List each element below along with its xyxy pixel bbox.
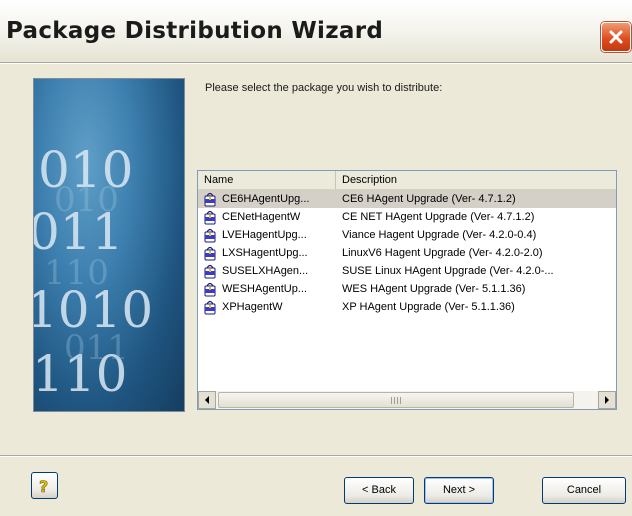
list-item-description-cell: CE6 HAgent Upgrade (Ver- 4.7.1.2) [336,190,616,208]
list-header: Name Description [198,171,616,190]
package-icon [204,210,216,225]
scrollbar-thumb[interactable] [218,392,574,408]
list-item-description-cell: SUSE Linux HAgent Upgrade (Ver- 4.2.0-..… [336,262,616,280]
chevron-left-icon [205,396,209,404]
title-bar[interactable]: Package Distribution Wizard [0,0,632,62]
close-icon [609,30,623,44]
list-item-name: WESHAgentUp... [222,283,307,295]
package-icon [204,282,216,297]
list-item-name: CE6HAgentUpg... [222,193,310,205]
list-item-description: Viance Hagent Upgrade (Ver- 4.2.0-0.4) [342,229,537,241]
wizard-banner-image: 010 011 1010 110 010 110 011 [33,78,185,412]
list-item[interactable]: CENetHagentW CE NET HAgent Upgrade (Ver- … [198,208,616,226]
chevron-right-icon [605,396,609,404]
list-item-name: LVEHagentUpg... [222,229,307,241]
list-item[interactable]: LXSHagentUpg... LinuxV6 Hagent Upgrade (V… [198,244,616,262]
list-item-description: LinuxV6 Hagent Upgrade (Ver- 4.2.0-2.0) [342,247,543,259]
list-item-description-cell: CE NET HAgent Upgrade (Ver- 4.7.1.2) [336,208,616,226]
list-item[interactable]: CE6HAgentUpg... CE6 HAgent Upgrade (Ver- … [198,190,616,208]
svg-text:010: 010 [54,180,119,220]
list-item-name: CENetHagentW [222,211,301,223]
list-item-description: WES HAgent Upgrade (Ver- 5.1.1.36) [342,283,526,295]
list-item-name-cell: XPHagentW [198,298,336,316]
list-item-name: LXSHagentUpg... [222,247,308,259]
list-item-name-cell: SUSELXHAgen... [198,262,336,280]
package-list[interactable]: Name Description CE6HAgentUpg... CE6 HAge… [197,170,617,410]
list-item-description: CE NET HAgent Upgrade (Ver- 4.7.1.2) [342,211,535,223]
list-item[interactable]: LVEHagentUpg... Viance Hagent Upgrade (Ve… [198,226,616,244]
window-title: Package Distribution Wizard [6,18,384,44]
list-item[interactable]: SUSELXHAgen... SUSE Linux HAgent Upgrade … [198,262,616,280]
bottom-divider [0,455,632,457]
column-header-description[interactable]: Description [336,171,616,189]
package-icon [204,264,216,279]
instruction-text: Please select the package you wish to di… [205,82,443,94]
svg-text:011: 011 [64,328,129,368]
list-item[interactable]: XPHagentW XP HAgent Upgrade (Ver- 5.1.1.3… [198,298,616,316]
scroll-left-button[interactable] [198,391,216,409]
help-button[interactable]: ? [31,472,58,499]
list-item-name-cell: LVEHagentUpg... [198,226,336,244]
list-item-description-cell: WES HAgent Upgrade (Ver- 5.1.1.36) [336,280,616,298]
cancel-button[interactable]: Cancel [542,477,626,504]
list-item-name-cell: LXSHagentUpg... [198,244,336,262]
close-button[interactable] [601,22,631,52]
list-item-description: SUSE Linux HAgent Upgrade (Ver- 4.2.0-..… [342,265,554,277]
wizard-window: Package Distribution Wizard 010 011 1010… [0,0,632,516]
list-item-description: XP HAgent Upgrade (Ver- 5.1.1.36) [342,301,515,313]
svg-text:?: ? [39,477,48,495]
package-icon [204,246,216,261]
list-item-description: CE6 HAgent Upgrade (Ver- 4.7.1.2) [342,193,516,205]
help-icon: ? [39,477,49,495]
list-item-description-cell: LinuxV6 Hagent Upgrade (Ver- 4.2.0-2.0) [336,244,616,262]
top-divider [0,62,632,64]
list-item-name-cell: CENetHagentW [198,208,336,226]
list-item-name-cell: WESHAgentUp... [198,280,336,298]
next-button[interactable]: Next > [424,477,494,504]
package-icon [204,300,216,315]
package-icon [204,228,216,243]
list-item[interactable]: WESHAgentUp... WES HAgent Upgrade (Ver- 5… [198,280,616,298]
horizontal-scrollbar[interactable] [198,391,616,409]
list-item-name-cell: CE6HAgentUpg... [198,190,336,208]
scroll-right-button[interactable] [598,391,616,409]
list-item-description-cell: XP HAgent Upgrade (Ver- 5.1.1.36) [336,298,616,316]
list-item-name: SUSELXHAgen... [222,265,309,277]
column-header-name[interactable]: Name [198,171,336,189]
list-item-description-cell: Viance Hagent Upgrade (Ver- 4.2.0-0.4) [336,226,616,244]
svg-text:110: 110 [44,253,109,293]
package-icon [204,192,216,207]
back-button[interactable]: < Back [344,477,414,504]
list-item-name: XPHagentW [222,301,283,313]
